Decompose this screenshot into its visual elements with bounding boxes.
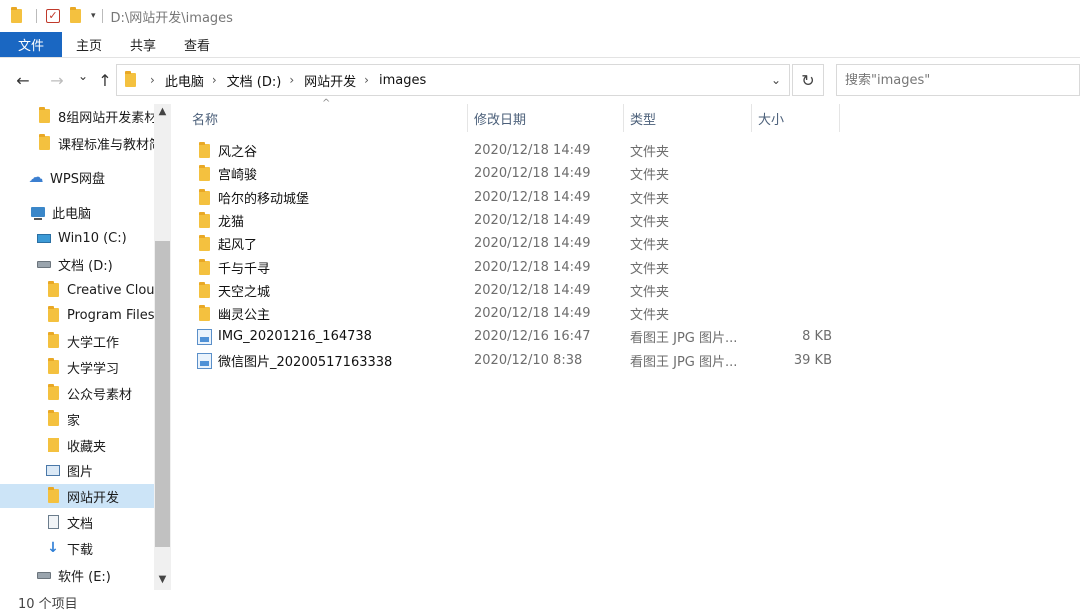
folder-icon — [45, 437, 61, 453]
new-folder-icon[interactable] — [67, 7, 83, 24]
file-row[interactable]: 微信图片_20200517163338 2020/12/10 8:38 看图王 … — [186, 349, 840, 372]
sidebar-item-this-pc[interactable]: 此电脑 — [0, 200, 154, 224]
sidebar-item-creative-cloud[interactable]: Creative Cloud — [0, 278, 154, 302]
file-row[interactable]: 龙猫 2020/12/18 14:49 文件夹 — [186, 209, 840, 232]
document-icon — [45, 514, 61, 530]
pictures-icon — [45, 462, 61, 478]
folder-icon — [45, 384, 61, 401]
breadcrumb-item[interactable]: › 此电脑 — [142, 71, 204, 90]
scroll-up-chevron-icon[interactable]: ▲ — [156, 106, 169, 117]
sidebar-item-daxue-xuexi[interactable]: 大学学习 — [0, 355, 154, 379]
folder-icon — [196, 141, 212, 159]
sidebar-item-c-drive[interactable]: Win10 (C:) — [0, 226, 154, 250]
column-header-type[interactable]: 类型 — [624, 104, 752, 132]
quick-access-toolbar: ✓ ▾ — [0, 0, 111, 32]
sidebar-item-pictures[interactable]: 图片 — [0, 458, 154, 482]
navigation-pane: 8组网站开发素材 课程标准与教材简 ☁ WPS网盘 此电脑 Win10 (C:)… — [0, 104, 172, 590]
file-row[interactable]: IMG_20201216_164738 2020/12/16 16:47 看图王… — [186, 325, 840, 348]
sidebar-item-wps[interactable]: ☁ WPS网盘 — [0, 165, 154, 189]
navigation-bar: ← → ⌄ ↑ › 此电脑 › 文档 (D:) › 网站开发 › images ⌄ ↻ — [0, 58, 1080, 104]
windows-drive-icon — [36, 230, 52, 246]
sidebar-item-daxue-gongzuo[interactable]: 大学工作 — [0, 329, 154, 353]
ribbon-tabs: 文件 主页 共享 查看 — [0, 32, 1080, 58]
column-header-date[interactable]: 修改日期 — [468, 104, 624, 132]
status-item-count: 10 个项目 — [18, 597, 78, 612]
breadcrumb-item[interactable]: › images — [356, 73, 426, 88]
folder-icon — [45, 332, 61, 349]
image-file-icon — [196, 328, 212, 345]
file-row[interactable]: 幽灵公主 2020/12/18 14:49 文件夹 — [186, 302, 840, 325]
breadcrumb-item[interactable]: › 网站开发 — [281, 71, 356, 90]
folder-icon — [196, 211, 212, 229]
search-box[interactable] — [836, 64, 1080, 96]
tab-file[interactable]: 文件 — [0, 32, 62, 57]
window-title: D:\网站开发\images — [110, 10, 233, 26]
breadcrumb-item[interactable]: › 文档 (D:) — [204, 71, 281, 90]
sidebar-item-gongzhonghao[interactable]: 公众号素材 — [0, 381, 154, 405]
file-row[interactable]: 千与千寻 2020/12/18 14:49 文件夹 — [186, 256, 840, 279]
folder-icon — [196, 234, 212, 252]
refresh-button[interactable]: ↻ — [792, 64, 824, 96]
folder-icon — [196, 164, 212, 182]
download-icon: ↓ — [47, 540, 59, 556]
sidebar-item-downloads[interactable]: ↓ 下载 — [0, 536, 154, 560]
drive-icon — [36, 256, 52, 272]
folder-icon — [196, 281, 212, 299]
column-header-size[interactable]: 大小 — [752, 104, 840, 132]
up-arrow-icon[interactable]: ↑ — [92, 71, 118, 90]
column-header-name[interactable]: 名称 — [186, 104, 468, 132]
folder-icon — [45, 306, 61, 323]
title-bar: ✓ ▾ D:\网站开发\images — [0, 0, 1080, 32]
folder-icon — [45, 358, 61, 375]
file-row[interactable]: 宫崎骏 2020/12/18 14:49 文件夹 — [186, 162, 840, 185]
scroll-down-chevron-icon[interactable]: ▼ — [156, 574, 169, 585]
back-arrow-icon[interactable]: ← — [10, 71, 36, 90]
folder-icon — [36, 134, 52, 151]
divider — [101, 9, 103, 23]
folder-icon — [196, 258, 212, 276]
chevron-right-icon[interactable]: › — [364, 73, 369, 87]
file-row[interactable]: 天空之城 2020/12/18 14:49 文件夹 — [186, 279, 840, 302]
computer-icon — [30, 204, 46, 220]
forward-arrow-icon[interactable]: → — [44, 71, 70, 90]
folder-icon — [8, 7, 24, 24]
customize-toolbar-chevron-icon[interactable]: ▾ — [91, 11, 96, 21]
folder-icon — [45, 281, 61, 298]
file-row[interactable]: 起风了 2020/12/18 14:49 文件夹 — [186, 232, 840, 255]
image-file-icon — [196, 352, 212, 369]
folder-icon — [196, 304, 212, 322]
file-row[interactable]: 风之谷 2020/12/18 14:49 文件夹 — [186, 139, 840, 162]
sidebar-item-jia[interactable]: 家 — [0, 407, 154, 431]
divider — [36, 9, 37, 23]
file-row[interactable]: 哈尔的移动城堡 2020/12/18 14:49 文件夹 — [186, 186, 840, 209]
drive-icon — [36, 567, 52, 583]
address-dropdown-chevron-icon[interactable]: ⌄ — [771, 73, 781, 87]
folder-icon — [45, 487, 61, 504]
folder-icon — [36, 107, 52, 124]
tab-view[interactable]: 查看 — [170, 32, 224, 57]
address-bar[interactable]: › 此电脑 › 文档 (D:) › 网站开发 › images ⌄ — [116, 64, 790, 96]
sidebar-scrollbar-thumb[interactable] — [155, 241, 170, 547]
refresh-icon: ↻ — [801, 70, 815, 90]
tab-home[interactable]: 主页 — [62, 32, 116, 57]
tab-share[interactable]: 共享 — [116, 32, 170, 57]
chevron-right-icon[interactable]: › — [289, 73, 294, 87]
sidebar-item-8zu[interactable]: 8组网站开发素材 — [0, 104, 154, 128]
folder-icon — [125, 71, 136, 87]
sidebar-item-favorites[interactable]: 收藏夹 — [0, 433, 154, 457]
folder-icon — [196, 188, 212, 206]
chevron-right-icon[interactable]: › — [150, 73, 155, 87]
sidebar-item-e-drive[interactable]: 软件 (E:) — [0, 563, 154, 587]
sidebar-item-documents[interactable]: 文档 — [0, 510, 154, 534]
sidebar-item-website-dev[interactable]: 网站开发 — [0, 484, 154, 508]
sidebar-item-d-drive[interactable]: 文档 (D:) — [0, 252, 154, 276]
properties-check-icon[interactable]: ✓ — [45, 8, 61, 24]
folder-icon — [45, 410, 61, 427]
sidebar-item-program-files[interactable]: Program Files — [0, 303, 154, 327]
cloud-icon: ☁ — [28, 168, 44, 186]
chevron-right-icon[interactable]: › — [212, 73, 217, 87]
sidebar-item-kecheng[interactable]: 课程标准与教材简 — [0, 131, 154, 155]
search-input[interactable] — [845, 72, 1075, 88]
